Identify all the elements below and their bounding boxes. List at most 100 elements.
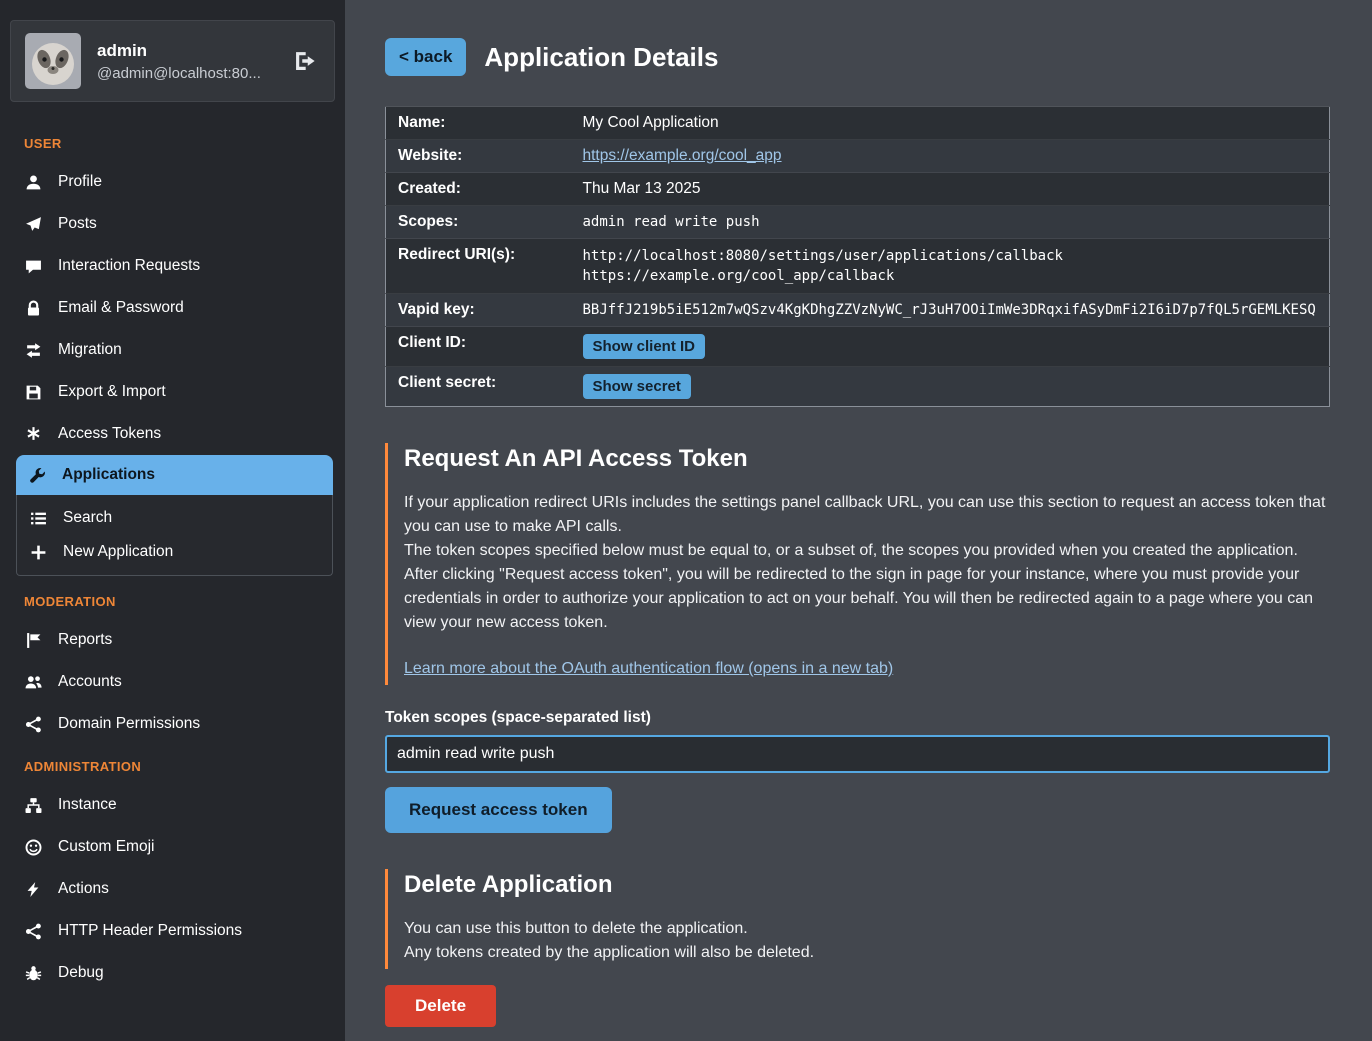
table-row-created: Created: Thu Mar 13 2025 bbox=[386, 173, 1330, 206]
page-header: < back Application Details bbox=[385, 38, 1330, 76]
flag-icon bbox=[24, 632, 42, 649]
sidebar-item-applications-search[interactable]: Search bbox=[17, 499, 332, 533]
back-button[interactable]: < back bbox=[385, 38, 466, 76]
request-token-section: Request An API Access Token If your appl… bbox=[385, 443, 1330, 685]
section-label-user: USER bbox=[0, 122, 345, 161]
row-label: Website: bbox=[386, 140, 571, 173]
application-details-table: Name: My Cool Application Website: https… bbox=[385, 106, 1330, 407]
sidebar-nav: USER Profile Posts Interaction Requests … bbox=[0, 118, 345, 1002]
request-access-token-button[interactable]: Request access token bbox=[385, 787, 612, 833]
table-row-client-secret: Client secret: Show secret bbox=[386, 367, 1330, 407]
redirect-uris-value: http://localhost:8080/settings/user/appl… bbox=[571, 239, 1330, 294]
sidebar-item-new-application[interactable]: New Application bbox=[17, 533, 332, 567]
asterisk-icon bbox=[24, 426, 42, 443]
sidebar-item-label: Interaction Requests bbox=[58, 257, 200, 275]
bug-icon bbox=[24, 965, 42, 982]
share-nodes-icon bbox=[24, 716, 42, 733]
sidebar-item-export-import[interactable]: Export & Import bbox=[0, 371, 345, 413]
show-client-id-button[interactable]: Show client ID bbox=[583, 334, 706, 359]
user-card[interactable]: admin @admin@localhost:80... bbox=[10, 20, 335, 102]
website-link[interactable]: https://example.org/cool_app bbox=[583, 147, 782, 164]
show-secret-button[interactable]: Show secret bbox=[583, 374, 691, 399]
sidebar-item-domain-permissions[interactable]: Domain Permissions bbox=[0, 703, 345, 745]
lock-icon bbox=[24, 300, 42, 317]
table-row-website: Website: https://example.org/cool_app bbox=[386, 140, 1330, 173]
redirect-uri: https://example.org/cool_app/callback bbox=[583, 266, 1318, 286]
created-value: Thu Mar 13 2025 bbox=[571, 173, 1330, 206]
sidebar-item-label: Access Tokens bbox=[58, 425, 161, 443]
row-label: Created: bbox=[386, 173, 571, 206]
page-title: Application Details bbox=[484, 42, 718, 73]
row-label: Vapid key: bbox=[386, 294, 571, 327]
sidebar-item-email-password[interactable]: Email & Password bbox=[0, 287, 345, 329]
table-row-redirect-uris: Redirect URI(s): http://localhost:8080/s… bbox=[386, 239, 1330, 294]
logout-button[interactable] bbox=[290, 46, 320, 76]
request-token-title: Request An API Access Token bbox=[404, 445, 1330, 473]
request-token-paragraph: The token scopes specified below must be… bbox=[404, 539, 1330, 563]
exchange-icon bbox=[24, 342, 42, 359]
section-label-moderation: MODERATION bbox=[0, 580, 345, 619]
user-name: admin bbox=[97, 41, 274, 61]
sidebar-item-interaction-requests[interactable]: Interaction Requests bbox=[0, 245, 345, 287]
comment-icon bbox=[24, 258, 42, 275]
sidebar-item-posts[interactable]: Posts bbox=[0, 203, 345, 245]
token-scopes-input[interactable] bbox=[385, 735, 1330, 773]
sidebar-item-instance[interactable]: Instance bbox=[0, 784, 345, 826]
sidebar-item-reports[interactable]: Reports bbox=[0, 619, 345, 661]
row-label: Name: bbox=[386, 107, 571, 140]
request-token-paragraph: After clicking "Request access token", y… bbox=[404, 563, 1330, 635]
sidebar-item-applications[interactable]: Applications bbox=[16, 455, 333, 495]
scopes-value: admin read write push bbox=[571, 206, 1330, 239]
sidebar-item-label: Instance bbox=[58, 796, 117, 814]
sidebar-item-label: Email & Password bbox=[58, 299, 184, 317]
row-label: Scopes: bbox=[386, 206, 571, 239]
sidebar-item-label: Search bbox=[63, 509, 112, 527]
sidebar-item-label: Reports bbox=[58, 631, 112, 649]
sidebar-item-migration[interactable]: Migration bbox=[0, 329, 345, 371]
applications-group: Applications Search New Application bbox=[16, 455, 333, 576]
user-icon bbox=[24, 174, 42, 191]
sidebar-item-debug[interactable]: Debug bbox=[0, 952, 345, 994]
avatar bbox=[25, 33, 81, 89]
wrench-icon bbox=[28, 467, 46, 484]
user-handle: @admin@localhost:80... bbox=[97, 65, 274, 82]
sidebar-item-label: HTTP Header Permissions bbox=[58, 922, 242, 940]
sidebar-item-label: Debug bbox=[58, 964, 104, 982]
sidebar-item-label: Migration bbox=[58, 341, 122, 359]
sidebar-item-label: Domain Permissions bbox=[58, 715, 200, 733]
share-nodes-icon bbox=[24, 923, 42, 940]
sidebar-item-http-header-permissions[interactable]: HTTP Header Permissions bbox=[0, 910, 345, 952]
request-token-paragraph: If your application redirect URIs includ… bbox=[404, 491, 1330, 539]
row-label: Client ID: bbox=[386, 327, 571, 367]
user-info: admin @admin@localhost:80... bbox=[97, 41, 274, 82]
delete-application-line: You can use this button to delete the ap… bbox=[404, 917, 1330, 941]
delete-application-line: Any tokens created by the application wi… bbox=[404, 941, 1330, 965]
list-icon bbox=[29, 510, 47, 527]
table-row-scopes: Scopes: admin read write push bbox=[386, 206, 1330, 239]
plus-icon bbox=[29, 544, 47, 561]
app-name-value: My Cool Application bbox=[571, 107, 1330, 140]
sidebar-item-custom-emoji[interactable]: Custom Emoji bbox=[0, 826, 345, 868]
users-icon bbox=[24, 674, 42, 691]
oauth-docs-link[interactable]: Learn more about the OAuth authenticatio… bbox=[404, 660, 893, 677]
sidebar-item-label: Posts bbox=[58, 215, 97, 233]
sidebar-item-accounts[interactable]: Accounts bbox=[0, 661, 345, 703]
smiley-icon bbox=[24, 839, 42, 856]
table-row-client-id: Client ID: Show client ID bbox=[386, 327, 1330, 367]
sitemap-icon bbox=[24, 797, 42, 814]
sidebar-item-label: Actions bbox=[58, 880, 109, 898]
delete-application-button[interactable]: Delete bbox=[385, 985, 496, 1027]
sloth-avatar-image bbox=[25, 33, 81, 89]
token-scopes-label: Token scopes (space-separated list) bbox=[385, 709, 1330, 727]
delete-application-title: Delete Application bbox=[404, 871, 1330, 899]
bolt-icon bbox=[24, 881, 42, 898]
sidebar-item-profile[interactable]: Profile bbox=[0, 161, 345, 203]
sidebar-item-access-tokens[interactable]: Access Tokens bbox=[0, 413, 345, 455]
main-content: < back Application Details Name: My Cool… bbox=[345, 0, 1372, 1041]
row-label: Redirect URI(s): bbox=[386, 239, 571, 294]
table-row-name: Name: My Cool Application bbox=[386, 107, 1330, 140]
request-button-row: Request access token bbox=[385, 773, 1330, 833]
paper-plane-icon bbox=[24, 216, 42, 233]
vapid-key-value: BBJffJ219b5iE512m7wQSzv4KgKDhgZZVzNyWC_r… bbox=[571, 294, 1330, 327]
sidebar-item-actions[interactable]: Actions bbox=[0, 868, 345, 910]
